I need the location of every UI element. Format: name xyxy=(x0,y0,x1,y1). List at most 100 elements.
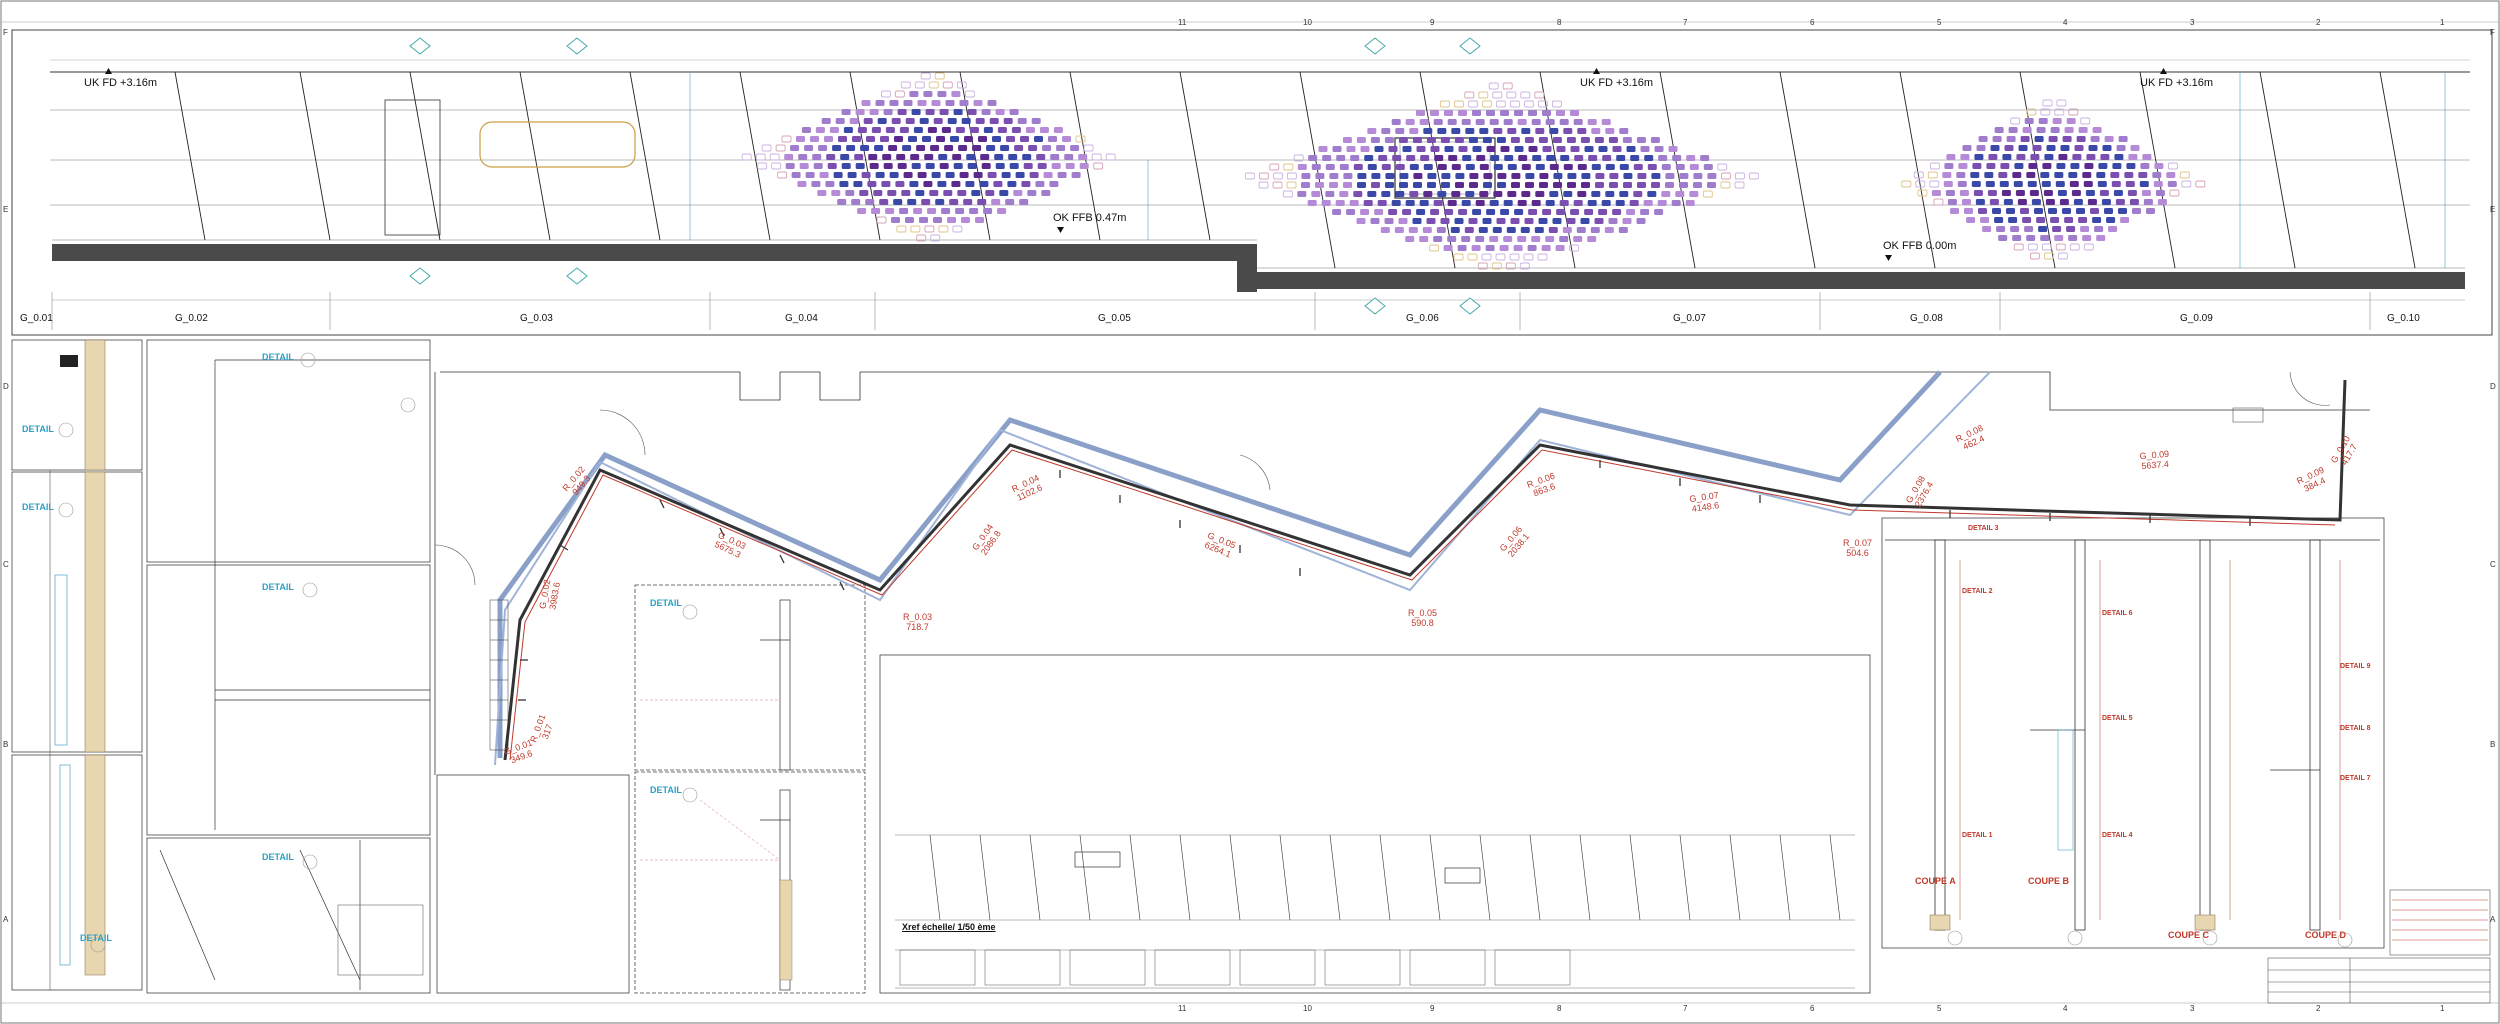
acoustic-panel-cell xyxy=(799,163,809,169)
acoustic-panel-cell xyxy=(1360,209,1370,215)
acoustic-panel-cell xyxy=(1419,200,1429,206)
grid-col-label: 5 xyxy=(1937,18,1942,27)
acoustic-panel-cell xyxy=(1339,191,1349,197)
grid-row-label: A xyxy=(2490,915,2496,924)
acoustic-panel-cell xyxy=(1587,119,1597,125)
acoustic-panel-cell xyxy=(1057,172,1067,178)
acoustic-panel-cell xyxy=(937,91,947,97)
acoustic-panel-cell xyxy=(1675,191,1685,197)
acoustic-panel-cell xyxy=(1517,119,1527,125)
acoustic-panel-cell xyxy=(1479,164,1489,170)
acoustic-panel-cell xyxy=(925,109,935,115)
acoustic-panel-cell xyxy=(1023,163,1033,169)
acoustic-panel-cell xyxy=(1626,146,1636,152)
acoustic-panel-cell xyxy=(995,109,1005,115)
acoustic-panel-cell xyxy=(1541,245,1551,251)
acoustic-panel-cell xyxy=(1521,164,1531,170)
acoustic-panel-cell xyxy=(1437,191,1447,197)
acoustic-panel-cell xyxy=(2029,252,2040,260)
acoustic-panel-cell xyxy=(2069,243,2080,251)
acoustic-panel-cell xyxy=(951,91,961,97)
acoustic-panel-cell xyxy=(2006,136,2016,142)
acoustic-panel-cell xyxy=(1702,190,1713,198)
acoustic-panel-cell xyxy=(2062,136,2072,142)
acoustic-panel-cell xyxy=(1563,164,1573,170)
acoustic-panel-cell xyxy=(1671,200,1681,206)
acoustic-panel-cell xyxy=(2022,217,2032,223)
acoustic-panel-cell xyxy=(1622,218,1632,224)
acoustic-panel-cell xyxy=(2022,127,2032,133)
acoustic-panel-cell xyxy=(1640,209,1650,215)
acoustic-panel-cell xyxy=(2166,172,2176,178)
acoustic-panel-cell xyxy=(1972,163,1982,169)
acoustic-panel-cell xyxy=(1549,191,1559,197)
acoustic-panel-cell xyxy=(1436,227,1446,233)
acoustic-panel-cell xyxy=(1608,137,1618,143)
acoustic-panel-cell xyxy=(997,208,1007,214)
level-label: OK FFB 0.00m xyxy=(1883,240,1957,252)
acoustic-panel-cell xyxy=(2092,127,2102,133)
acoustic-panel-cell xyxy=(871,127,881,133)
acoustic-panel-cell xyxy=(1545,119,1555,125)
acoustic-panel-cell xyxy=(899,208,909,214)
acoustic-panel-cell xyxy=(2026,108,2037,116)
acoustic-panel-cell xyxy=(1514,209,1524,215)
acoustic-panel-cell xyxy=(1545,200,1555,206)
acoustic-panel-cell xyxy=(815,127,825,133)
acoustic-panel-cell xyxy=(905,118,915,124)
acoustic-panel-cell xyxy=(1720,181,1731,189)
acoustic-panel-cell xyxy=(939,163,949,169)
acoustic-panel-cell xyxy=(921,199,931,205)
acoustic-panel-cell xyxy=(1992,208,2001,214)
acoustic-panel-cell xyxy=(2071,190,2081,196)
acoustic-panel-cell xyxy=(1475,119,1485,125)
acoustic-panel-cell xyxy=(1483,182,1492,188)
acoustic-panel-cell xyxy=(1553,173,1563,179)
acoustic-panel-cell xyxy=(994,154,1004,160)
acoustic-panel-cell xyxy=(969,208,979,214)
acoustic-panel-cell xyxy=(1433,200,1443,206)
acoustic-panel-cell xyxy=(1947,199,1957,205)
acoustic-panel-cell xyxy=(887,190,897,196)
acoustic-panel-cell xyxy=(981,109,991,115)
acoustic-panel-cell xyxy=(1527,245,1537,251)
acoustic-panel-cell xyxy=(2026,172,2036,178)
acoustic-panel-cell xyxy=(1360,146,1370,152)
acoustic-panel-cell xyxy=(1402,146,1412,152)
grid-col-label: 11 xyxy=(1178,18,1187,27)
acoustic-panel-cell xyxy=(2179,171,2190,179)
acoustic-panel-cell xyxy=(1542,110,1551,116)
acoustic-panel-cell xyxy=(2146,208,2155,214)
acoustic-panel-cell xyxy=(2038,226,2048,232)
acoustic-panel-cell xyxy=(969,127,979,133)
acoustic-panel-cell xyxy=(1507,191,1517,197)
acoustic-panel-cell xyxy=(2052,118,2062,124)
acoustic-panel-cell xyxy=(2085,190,2095,196)
level-label: UK FD +3.16m xyxy=(2140,77,2214,89)
acoustic-panel-cell xyxy=(1453,100,1464,108)
acoustic-panel-cell xyxy=(831,190,841,196)
acoustic-panel-cell xyxy=(2018,145,2028,151)
acoustic-panel-cell xyxy=(2114,154,2124,160)
acoustic-panel-cell xyxy=(901,190,911,196)
acoustic-panel-cell xyxy=(1528,146,1538,152)
acoustic-panel-cell xyxy=(1419,119,1429,125)
acoustic-panel-cell xyxy=(2036,217,2046,223)
grid-row-label: B xyxy=(2490,740,2496,749)
acoustic-panel-cell xyxy=(1001,172,1011,178)
acoustic-panel-cell xyxy=(1468,137,1478,143)
acoustic-panel-cell xyxy=(2115,199,2125,205)
acoustic-panel-cell xyxy=(847,172,857,178)
acoustic-panel-cell xyxy=(1286,181,1297,189)
acoustic-panel-cell xyxy=(1477,262,1488,270)
acoustic-panel-cell xyxy=(2083,181,2093,187)
acoustic-panel-cell xyxy=(2111,181,2121,187)
acoustic-panel-cell xyxy=(944,145,954,151)
acoustic-panel-cell xyxy=(876,216,887,224)
acoustic-panel-cell xyxy=(1577,164,1587,170)
acoustic-panel-cell xyxy=(1349,200,1359,206)
grid-row-label: C xyxy=(2490,560,2496,569)
acoustic-panel-cell xyxy=(835,118,845,124)
acoustic-panel-cell xyxy=(2012,172,2022,178)
acoustic-panel-cell xyxy=(978,136,987,142)
